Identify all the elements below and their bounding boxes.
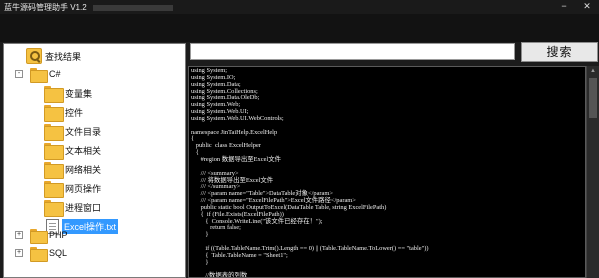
- close-button[interactable]: ✕: [579, 0, 595, 14]
- tree-node-webpage[interactable]: 网页操作: [44, 178, 101, 198]
- folder-icon: [30, 228, 48, 244]
- search-button[interactable]: 搜索: [521, 42, 598, 62]
- folder-icon: [44, 85, 64, 103]
- expand-toggle-sql[interactable]: +: [15, 249, 23, 257]
- tree-node-sql[interactable]: SQL: [30, 243, 67, 263]
- window-title: 蓝牛源码管理助手 V1.2: [4, 2, 173, 13]
- tree-label: 进程窗口: [65, 202, 102, 213]
- tree-label: 控件: [65, 107, 84, 118]
- tree-label: 查找结果: [45, 51, 82, 62]
- title-bar: 蓝牛源码管理助手 V1.2 − ✕: [0, 0, 599, 14]
- scrollbar-thumb[interactable]: [589, 78, 597, 118]
- tree-node-php[interactable]: PHP: [30, 225, 68, 245]
- tree-label: C#: [49, 69, 61, 79]
- search-input[interactable]: [190, 43, 515, 60]
- toolbar-strip: [0, 14, 599, 42]
- folder-icon: [30, 246, 48, 262]
- category-tree[interactable]: 查找结果 - C# 变量集 控件 文件目录 文本相关 网络相关 网页操作 进程窗…: [3, 43, 186, 278]
- minimize-button[interactable]: −: [556, 0, 572, 14]
- tree-node-text[interactable]: 文本相关: [44, 140, 101, 160]
- blurred-title-text: [92, 4, 173, 11]
- tree-node-file-directory[interactable]: 文件目录: [44, 121, 101, 141]
- tree-node-variables[interactable]: 变量集: [44, 83, 92, 103]
- tree-label: 文件目录: [65, 126, 102, 137]
- tree-label: Excel操作.txt: [62, 218, 119, 234]
- code-text[interactable]: using System; using System.IO; using Sys…: [189, 67, 585, 277]
- code-viewer[interactable]: using System; using System.IO; using Sys…: [188, 66, 586, 278]
- folder-icon: [44, 180, 64, 198]
- tree-root-search-results[interactable]: 查找结果: [26, 46, 81, 66]
- tree-label: 网页操作: [65, 183, 102, 194]
- folder-icon: [44, 161, 64, 179]
- expand-toggle-php[interactable]: +: [15, 231, 23, 239]
- tree-label: 文本相关: [65, 145, 102, 156]
- expand-toggle-csharp[interactable]: -: [15, 70, 23, 78]
- code-scrollbar[interactable]: ▲: [586, 66, 599, 278]
- search-results-icon: [26, 48, 42, 64]
- folder-icon: [30, 67, 48, 83]
- folder-icon: [44, 199, 64, 217]
- tree-node-network[interactable]: 网络相关: [44, 159, 101, 179]
- folder-icon: [44, 142, 64, 160]
- scroll-up-arrow-icon[interactable]: ▲: [587, 66, 599, 76]
- tree-label: 网络相关: [65, 164, 102, 175]
- folder-icon: [44, 104, 64, 122]
- tree-node-controls[interactable]: 控件: [44, 102, 83, 122]
- tree-label: PHP: [49, 230, 68, 240]
- tree-label: SQL: [49, 248, 68, 258]
- tree-node-process-window[interactable]: 进程窗口: [44, 197, 101, 217]
- tree-node-csharp[interactable]: C#: [30, 64, 61, 84]
- folder-icon: [44, 123, 64, 141]
- tree-label: 变量集: [65, 88, 93, 99]
